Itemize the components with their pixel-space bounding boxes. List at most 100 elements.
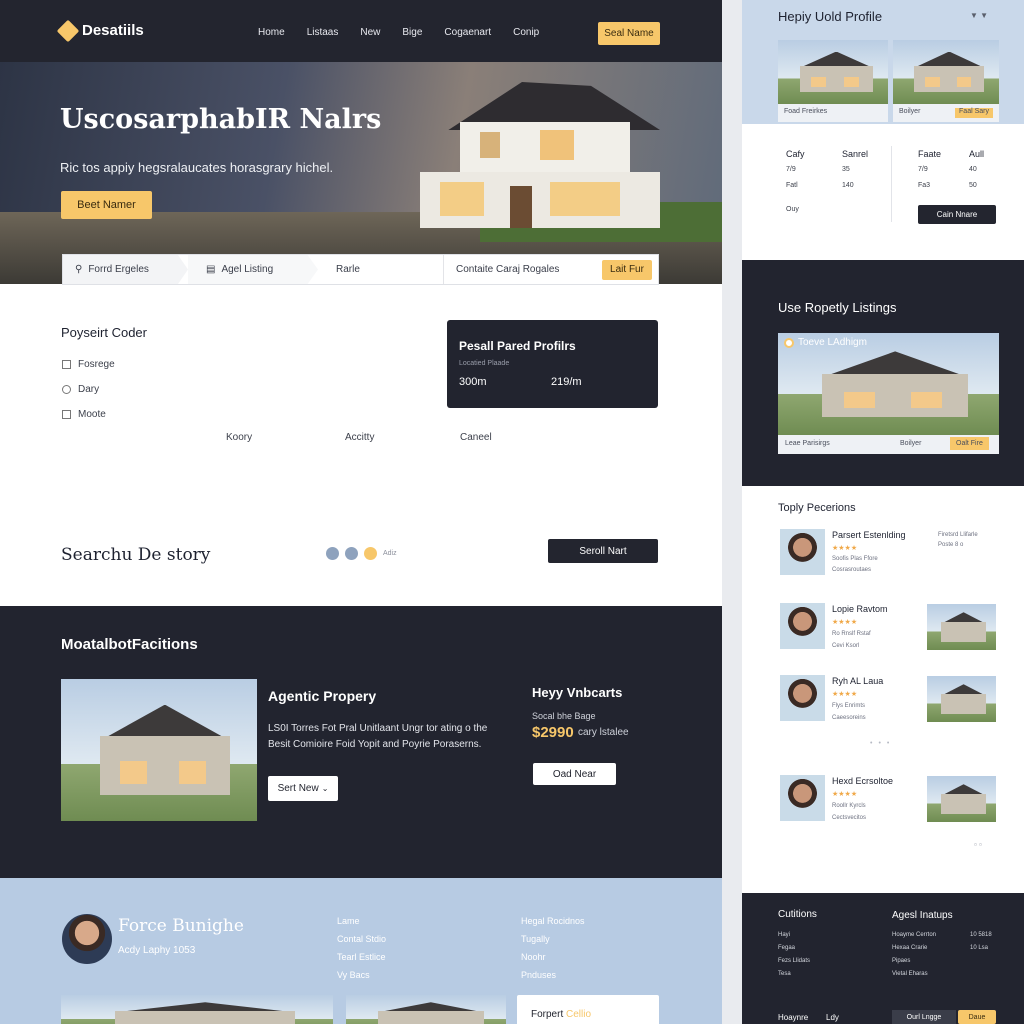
footer-link[interactable]: Hexaa Crarie xyxy=(892,942,936,955)
footer-link[interactable]: Hayi xyxy=(778,929,810,942)
agent-card-label: Forpert xyxy=(531,1009,564,1020)
rp-profile-button[interactable]: Cain Nnare xyxy=(918,205,996,224)
rating-stars: ★★★★ xyxy=(832,691,858,698)
rp-stat-value: 7/9 xyxy=(918,166,928,173)
footer-link[interactable]: Fegaa xyxy=(778,942,810,955)
agent-property-image xyxy=(61,995,333,1024)
nav-listings[interactable]: Listaas xyxy=(307,27,339,38)
nav-new[interactable]: New xyxy=(360,27,380,38)
profile-card-sub: Locatied Plaade xyxy=(459,360,510,367)
search-segment-agent[interactable]: ▤ Agel Listing xyxy=(188,255,318,284)
social-link[interactable]: Adiz xyxy=(383,550,397,557)
search-segment-label: Agel Listing xyxy=(221,264,274,275)
scroll-next-button[interactable]: Seroll Nart xyxy=(548,539,658,563)
rp-stat-col: Cafy 7/9 Fatl Ouy xyxy=(786,146,805,218)
agent-section: Force Bunighe Acdy Laphy 1053 Lame Conta… xyxy=(0,878,722,1024)
review-item[interactable]: Hexd Ecrsoltoe ★★★★ Roollr Kyrcls Cectsv… xyxy=(780,775,1000,825)
footer-link[interactable]: Fezs Llidats xyxy=(778,955,810,968)
profile-card-title: Pesall Pared Profilrs xyxy=(459,339,576,353)
footer-link[interactable]: Contal Stdio xyxy=(337,930,386,948)
filter-label: Fosrege xyxy=(78,359,115,370)
rp-image-label: Boilyer Faal Sary xyxy=(893,104,999,122)
expand-icon[interactable]: ▫ ▫ xyxy=(974,840,982,849)
rp-stat-head: Aull xyxy=(969,149,985,159)
dropdown-icon[interactable]: ▼ ▼ xyxy=(970,11,988,20)
hero-house-image xyxy=(410,82,680,242)
nav-cta-button[interactable]: Seal Name xyxy=(598,22,660,45)
featured-button[interactable]: Sert New ⌄ xyxy=(268,776,338,801)
nav-blog[interactable]: Bige xyxy=(402,27,422,38)
rp-stat-value: 35 xyxy=(842,166,850,173)
search-submit-button[interactable]: Lait Fur xyxy=(602,259,652,280)
footer-link[interactable]: Vy Bacs xyxy=(337,966,386,984)
column-label: Koory xyxy=(226,432,253,443)
rp-listing-tag[interactable]: Oalt Fire xyxy=(950,437,989,450)
filter-label: Dary xyxy=(78,384,100,395)
review-item[interactable]: Parsert Estenlding ★★★★ Soofis Plas Ffor… xyxy=(780,529,1000,579)
nav-home[interactable]: Home xyxy=(258,27,285,38)
footer-link[interactable]: Hoaynre xyxy=(778,1013,808,1022)
checkbox[interactable] xyxy=(62,385,71,394)
review-name: Hexd Ecrsoltoe xyxy=(832,776,894,786)
footer-link[interactable]: Tearl Estlice xyxy=(337,948,386,966)
checkbox[interactable] xyxy=(62,410,71,419)
house-window xyxy=(480,132,500,158)
star-icon[interactable] xyxy=(364,547,377,560)
twitter-icon[interactable] xyxy=(345,547,358,560)
rp-listing-banner-text: Toeve LAdhigm xyxy=(798,337,867,348)
footer-value: 10 5818 xyxy=(970,932,992,938)
search-segment-find[interactable]: ⚲ Forrd Ergeles xyxy=(63,255,188,284)
featured-section: MoatalbotFacitions Agentic Propery LS0I … xyxy=(0,606,722,878)
rp-stat-col: Sanrel 35 140 xyxy=(842,146,868,194)
avatar xyxy=(780,675,825,721)
footer-link[interactable]: Hegal Rocidnos xyxy=(521,912,585,930)
review-item[interactable]: Ryh AL Laua ★★★★ Flys Enrimts Caeesorein… xyxy=(780,675,1000,725)
review-meta: Poste 8 o xyxy=(938,542,964,548)
agent-links-col1: Lame Contal Stdio Tearl Estlice Vy Bacs xyxy=(337,912,386,984)
review-property-image xyxy=(927,776,996,822)
filter-item[interactable]: Fosrege xyxy=(62,352,115,377)
hero-cta-button[interactable]: Beet Namer xyxy=(61,191,152,219)
footer-link[interactable]: Ldy xyxy=(826,1013,839,1022)
footer-link[interactable]: Pnduses xyxy=(521,966,585,984)
footer-link[interactable]: Tugally xyxy=(521,930,585,948)
footer-cta-dark[interactable]: Ourl Lngge xyxy=(892,1010,956,1024)
home-icon xyxy=(784,337,794,348)
nav-agents[interactable]: Cogaenart xyxy=(444,27,491,38)
footer-link[interactable]: Pipaes xyxy=(892,955,936,968)
review-item[interactable]: Lopie Ravtom ★★★★ Ro Rnslf Rstaf Cevi Ks… xyxy=(780,603,1000,653)
agent-links-col2: Hegal Rocidnos Tugally Noohr Pnduses xyxy=(521,912,585,984)
rp-stat-value: 50 xyxy=(969,182,977,189)
footer-link[interactable]: Hoayme Cerrton xyxy=(892,929,936,942)
featured-section-title: MoatalbotFacitions xyxy=(61,636,198,653)
pagination-dots[interactable]: ••• xyxy=(870,740,895,747)
filter-item[interactable]: Moote xyxy=(62,402,115,427)
footer-link[interactable]: Lame xyxy=(337,912,386,930)
search-icon: ⚲ xyxy=(75,264,83,275)
search-segment-contact[interactable]: Contaite Caraj Rogales xyxy=(444,255,602,284)
rp-image-tag: Faal Sary xyxy=(955,108,993,118)
main-page: Desatiils Home Listaas New Bige Cogaenar… xyxy=(0,0,722,1024)
footer-cta-yellow[interactable]: Daue xyxy=(958,1010,996,1024)
facebook-icon[interactable] xyxy=(326,547,339,560)
avatar xyxy=(780,775,825,821)
property-filter-title: Poyseirt Coder xyxy=(61,325,147,340)
checkbox[interactable] xyxy=(62,360,71,369)
footer-link[interactable]: Vietal Eharas xyxy=(892,968,936,981)
filter-item[interactable]: Dary xyxy=(62,377,115,402)
rp-profile-header: Hepiy Uold Profile ▼ ▼ Foad Freirkes Boi… xyxy=(742,0,1024,124)
agent-card[interactable]: Forpert Cellio xyxy=(517,995,659,1024)
rp-image-label: Foad Freirkes xyxy=(778,104,888,122)
rp-listing-banner: Toeve LAdhigm xyxy=(784,337,867,348)
right-panel: Hepiy Uold Profile ▼ ▼ Foad Freirkes Boi… xyxy=(742,0,1024,1024)
footer-link[interactable]: Tesa xyxy=(778,968,810,981)
footer-link[interactable]: Noohr xyxy=(521,948,585,966)
footer-col: Hoayme Cerrton Hexaa Crarie Pipaes Vieta… xyxy=(892,929,936,981)
nav-contact[interactable]: Conip xyxy=(513,27,539,38)
search-segment-range[interactable]: Rarle xyxy=(318,255,444,284)
rating-stars: ★★★★ xyxy=(832,619,858,626)
rp-stat-head: Cafy xyxy=(786,149,805,159)
rp-listing-label: Leae Parisirgs xyxy=(785,440,830,447)
house-window xyxy=(540,130,574,160)
side-button[interactable]: Oad Near xyxy=(533,763,616,785)
